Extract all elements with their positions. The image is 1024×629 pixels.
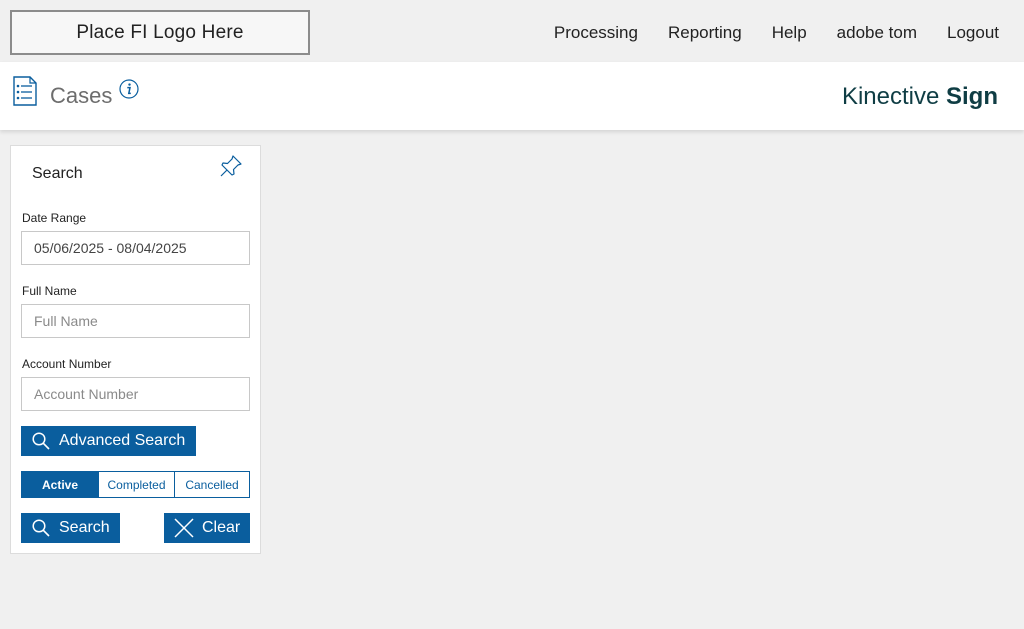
search-panel: Search Date Range Full Name Account Numb… [10, 145, 261, 554]
list-icon [13, 76, 37, 106]
close-icon [174, 518, 194, 538]
search-panel-title: Search [32, 165, 83, 182]
full-name-input[interactable] [21, 304, 250, 338]
full-name-label: Full Name [22, 284, 77, 298]
status-tab-active[interactable]: Active [22, 472, 98, 497]
nav-user[interactable]: adobe tom [837, 22, 917, 44]
search-icon [32, 519, 50, 537]
top-bar: Place FI Logo Here Processing Reporting … [0, 0, 1024, 62]
search-button-label: Search [59, 519, 110, 536]
status-filter: Active Completed Cancelled [21, 471, 250, 498]
info-icon[interactable] [119, 79, 139, 99]
advanced-search-button[interactable]: Advanced Search [21, 426, 196, 456]
clear-button-label: Clear [202, 519, 241, 536]
nav-logout[interactable]: Logout [947, 22, 999, 44]
main-nav: Processing Reporting Help adobe tom Logo… [524, 22, 999, 44]
search-button[interactable]: Search [21, 513, 120, 543]
clear-button[interactable]: Clear [164, 513, 250, 543]
account-number-label: Account Number [22, 357, 112, 371]
account-number-input[interactable] [21, 377, 250, 411]
page-title: Cases [50, 83, 113, 108]
nav-reporting[interactable]: Reporting [668, 22, 742, 44]
date-range-label: Date Range [22, 211, 87, 225]
nav-help[interactable]: Help [772, 22, 807, 44]
nav-processing[interactable]: Processing [554, 22, 638, 44]
advanced-search-label: Advanced Search [59, 432, 186, 449]
status-tab-completed[interactable]: Completed [98, 472, 174, 497]
fi-logo-placeholder: Place FI Logo Here [10, 10, 310, 55]
search-icon [32, 432, 50, 450]
brand-logo: Kinective Sign [841, 83, 998, 110]
status-tab-cancelled[interactable]: Cancelled [174, 472, 249, 497]
pin-icon[interactable] [218, 153, 244, 179]
page-header: Cases Kinective Sign [0, 62, 1024, 130]
date-range-input[interactable] [21, 231, 250, 265]
